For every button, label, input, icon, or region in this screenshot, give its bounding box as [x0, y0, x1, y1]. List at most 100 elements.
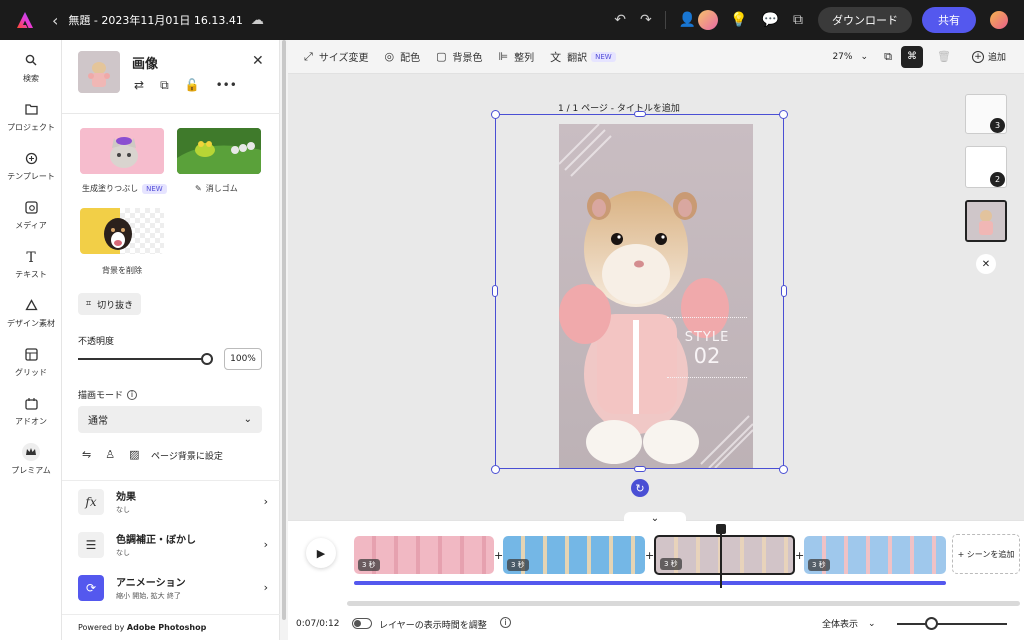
opacity-value-field[interactable]: 100% [224, 348, 262, 370]
scene-clip[interactable]: 3 秒 [354, 536, 494, 574]
add-button[interactable]: + 追加 [971, 50, 1006, 63]
layer-duration-toggle[interactable] [352, 618, 372, 629]
text-icon: T [26, 250, 36, 266]
generative-fill-label: 生成塗りつぶし NEW [82, 183, 167, 194]
resize-handle[interactable] [491, 465, 500, 474]
nav-media[interactable]: メディア [0, 201, 62, 231]
add-transition-icon[interactable]: + [494, 549, 503, 562]
copy-icon[interactable]: ⧉ [884, 50, 892, 64]
scene-clip[interactable]: 3 秒 [503, 536, 645, 574]
resize-handle[interactable] [634, 466, 646, 472]
divider [62, 614, 280, 615]
nav-text[interactable]: T テキスト [0, 250, 62, 280]
resize-handle[interactable] [634, 111, 646, 117]
flip-horizontal-icon[interactable]: ⇋ [82, 448, 91, 461]
nav-projects[interactable]: プロジェクト [0, 103, 62, 133]
trash-icon[interactable]: 🗑 [937, 50, 951, 63]
crop-button[interactable]: ⌗ 切り抜き [78, 293, 142, 315]
timeline-zoom-handle[interactable] [925, 617, 938, 630]
invite-user-icon[interactable]: 👤 [679, 12, 696, 28]
page-label[interactable]: 1 / 1 ページ - タイトルを追加 [558, 101, 680, 114]
collaborator-avatar[interactable] [698, 10, 719, 30]
add-scene-button[interactable]: + シーンを追加 [952, 534, 1020, 574]
animation-section[interactable]: ⟳ アニメーション 縮小 開始, 拡大 終了 › [78, 574, 268, 601]
rotate-icon[interactable]: ↻ [631, 479, 649, 497]
nav-templates[interactable]: テンプレート [0, 152, 62, 182]
add-transition-icon[interactable]: + [645, 549, 654, 562]
set-page-background-link[interactable]: ページ背景に設定 [151, 449, 223, 462]
duplicate-icon[interactable]: ⧉ [160, 78, 169, 93]
info-icon[interactable]: i [127, 389, 138, 400]
timeline-progress [354, 581, 946, 585]
adobe-express-logo-icon[interactable] [14, 9, 36, 31]
share-button[interactable]: 共有 [922, 7, 976, 33]
generative-fill-thumbnail[interactable] [80, 128, 164, 174]
comment-icon[interactable]: 💬 [762, 12, 779, 28]
zoom-select[interactable]: 27% ⌄ [832, 52, 868, 62]
collapse-timeline-chevron-icon[interactable]: ⌄ [624, 512, 686, 526]
eraser-label: ✎ 消しゴム [195, 183, 238, 194]
timeline-scrollbar[interactable] [347, 601, 1020, 606]
shapes-icon [0, 299, 62, 315]
addon-icon [0, 397, 62, 413]
nav-search[interactable]: 検索 [0, 54, 62, 84]
resize-handle[interactable] [779, 110, 788, 119]
resize-handle[interactable] [779, 465, 788, 474]
eraser-thumbnail[interactable] [177, 128, 261, 174]
eraser-icon: ✎ [195, 184, 202, 193]
section-subtitle: なし [116, 506, 130, 514]
download-button[interactable]: ダウンロード [818, 7, 912, 33]
nav-design-assets[interactable]: デザイン素材 [0, 299, 62, 329]
undo-icon[interactable]: ↶ [614, 12, 626, 28]
section-title: 効果 [116, 492, 136, 503]
remove-background-thumbnail[interactable] [80, 208, 164, 254]
nav-label: プロジェクト [7, 123, 55, 132]
resize-handle[interactable] [491, 110, 500, 119]
document-title[interactable]: 無題 - 2023年11月01日 16.13.41 [68, 12, 242, 28]
image-properties-panel: 画像 ✕ ⇄ ⧉ 🔓 ••• 生成塗りつぶし NEW ✎ 消しゴム 背景を削除 … [62, 40, 280, 640]
view-select[interactable]: 全体表示 ⌄ [822, 617, 876, 631]
nav-addons[interactable]: アドオン [0, 397, 62, 427]
close-icon[interactable]: ✕ [976, 254, 996, 274]
opacity-slider-handle[interactable] [201, 353, 213, 365]
pattern-icon[interactable]: ▨ [129, 448, 139, 461]
scene-clip[interactable]: 3 秒 [804, 536, 946, 574]
nav-premium[interactable]: プレミアム [0, 442, 62, 476]
resize-handle[interactable] [781, 285, 787, 297]
replace-image-icon[interactable]: ⇄ [134, 78, 144, 93]
nav-grid[interactable]: グリッド [0, 348, 62, 378]
layers-icon[interactable]: ⌘ [901, 45, 923, 68]
translate-button[interactable]: 文翻訳 NEW [550, 49, 616, 65]
close-icon[interactable]: ✕ [252, 53, 264, 69]
opacity-slider-track[interactable] [78, 358, 208, 360]
play-button[interactable]: ▶ [306, 538, 336, 568]
unlock-icon[interactable]: 🔓 [185, 78, 200, 93]
effects-section[interactable]: fx 効果 なし › [78, 488, 268, 515]
section-subtitle: 縮小 開始, 拡大 終了 [116, 592, 181, 600]
align-button[interactable]: ⊫ 整列 [499, 49, 535, 64]
info-icon[interactable]: i [500, 617, 511, 628]
background-color-button[interactable]: ▢ 背景色 [436, 49, 482, 64]
blend-mode-select[interactable]: 通常 ⌄ [78, 406, 262, 433]
resize-button[interactable]: ⤢ サイズ変更 [304, 49, 369, 65]
timeline-zoom-slider[interactable] [897, 623, 1007, 625]
person-mask-icon[interactable]: ♙ [105, 448, 115, 461]
back-chevron-icon[interactable]: ‹ [52, 11, 58, 30]
scrollbar-thumb[interactable] [282, 40, 286, 620]
chevron-right-icon: › [263, 581, 268, 594]
section-title: アニメーション [116, 578, 186, 589]
add-transition-icon[interactable]: + [795, 549, 804, 562]
resize-handle[interactable] [492, 285, 498, 297]
page-thumbnail-active[interactable] [965, 200, 1007, 242]
adjustments-section[interactable]: ☰ 色調補正・ぼかし なし › [78, 531, 268, 558]
color-button[interactable]: ◎ 配色 [385, 49, 421, 64]
scene-clip-selected[interactable]: 3 秒 [654, 535, 795, 575]
playhead-handle[interactable] [716, 524, 726, 534]
lightbulb-icon[interactable]: 💡 [730, 12, 747, 28]
panel-scrollbar[interactable] [280, 40, 288, 640]
redo-icon[interactable]: ↷ [640, 12, 652, 28]
share-link-icon[interactable]: ⧉ [793, 12, 803, 28]
more-options-icon[interactable]: ••• [216, 78, 237, 93]
nav-label: 検索 [23, 74, 39, 83]
user-avatar[interactable] [990, 11, 1008, 29]
